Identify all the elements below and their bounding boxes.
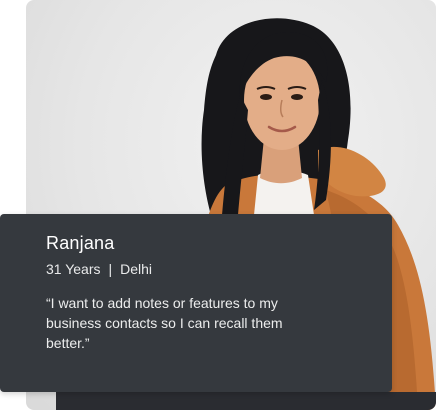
persona-age: 31 Years xyxy=(46,261,101,277)
meta-separator: | xyxy=(108,261,113,277)
persona-location: Delhi xyxy=(120,261,153,277)
persona-meta: 31 Years | Delhi xyxy=(46,261,152,277)
persona-quote: “I want to add notes or features to my b… xyxy=(46,295,283,351)
persona-card: Ranjana 31 Years | Delhi “I want to add … xyxy=(0,0,436,410)
persona-name: Ranjana xyxy=(46,233,115,253)
